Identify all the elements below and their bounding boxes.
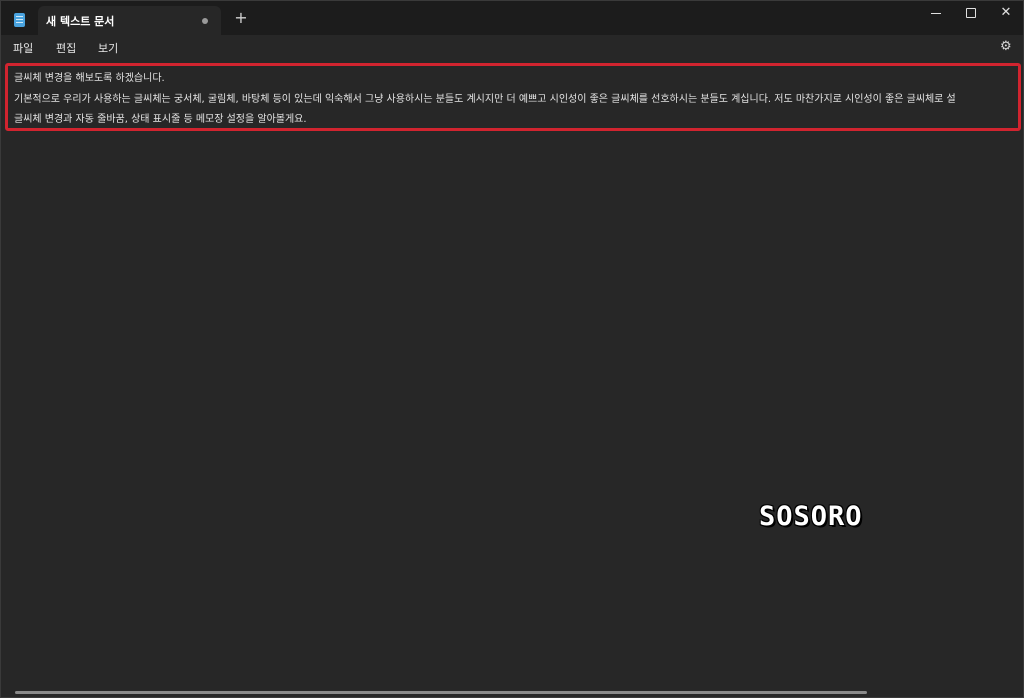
gear-icon[interactable]: ⚙ [1000, 39, 1012, 54]
menu-edit[interactable]: 편집 [56, 40, 76, 56]
unsaved-dot-icon[interactable] [202, 18, 208, 24]
menu-file[interactable]: 파일 [13, 40, 33, 56]
maximize-icon [966, 8, 976, 18]
tab-title: 새 텍스트 문서 [46, 15, 115, 28]
title-bar: 새 텍스트 문서 + ✕ [1, 1, 1023, 35]
menu-view[interactable]: 보기 [98, 40, 118, 56]
editor-line-1[interactable]: 글씨체 변경을 해보도록 하겠습니다. [14, 69, 165, 84]
minimize-button[interactable] [918, 1, 954, 27]
new-tab-button[interactable]: + [233, 10, 249, 26]
menu-bar: 파일 편집 보기 ⚙ [1, 35, 1023, 59]
editor-line-3[interactable]: 글씨체 변경과 자동 줄바꿈, 상태 표시줄 등 메모장 설정을 알아볼게요. [14, 110, 307, 125]
text-editor[interactable]: 글씨체 변경을 해보도록 하겠습니다. 기본적으로 우리가 사용하는 글씨체는 … [1, 59, 1023, 697]
tab-document[interactable]: 새 텍스트 문서 [38, 6, 221, 35]
horizontal-scrollbar[interactable] [15, 691, 867, 694]
close-icon: ✕ [1000, 5, 1012, 20]
editor-line-2[interactable]: 기본적으로 우리가 사용하는 글씨체는 궁서체, 굴림체, 바탕체 등이 있는데… [14, 90, 1019, 105]
notepad-window: 새 텍스트 문서 + ✕ 파일 편집 보기 ⚙ 글씨체 변경을 해보도록 하겠습… [0, 0, 1024, 698]
maximize-button[interactable] [953, 1, 989, 27]
sosoro-watermark: SOSORO [759, 501, 863, 532]
minimize-icon [931, 13, 941, 14]
close-button[interactable]: ✕ [988, 1, 1023, 27]
notepad-icon [14, 13, 25, 27]
